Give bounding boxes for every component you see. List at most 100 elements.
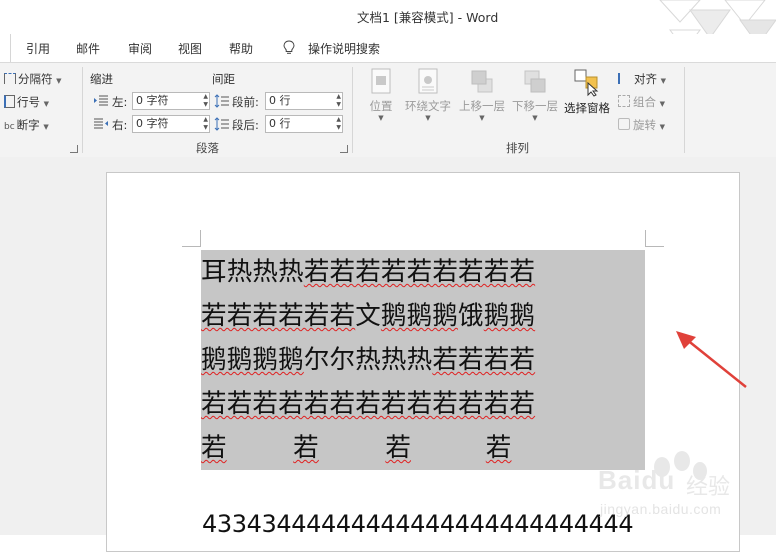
arrange-group-label: 排列 [506,141,529,155]
selected-text-line[interactable]: 鹅鹅鹅鹅尔尔热热热若若若若 [201,338,645,382]
watermark-brand: Baidu [598,465,676,495]
position-icon [371,68,391,94]
page-setup-dialog-launcher[interactable] [70,145,78,153]
group-button[interactable]: 组合 ▼ [618,94,665,110]
group-divider [82,67,83,153]
document-body-text[interactable]: 耳热热热若若若若若若若若若 若若若若若若文鹅鹅鹅饿鹅鹅 鹅鹅鹅鹅尔尔热热热若若若若若… [201,250,645,470]
ribbon-tab-row: 引用 邮件 审阅 视图 帮助 操作说明搜索 [0,34,776,62]
misspelled-text-run: 鹅鹅 [483,301,536,331]
bring-forward-button[interactable]: 上移一层 ▼ [456,67,508,122]
paragraph-dialog-launcher[interactable] [340,145,348,153]
text-run [227,433,293,463]
align-label: 对齐 [634,72,657,86]
space-before-field[interactable]: 0 行 ▲ ▼ [265,92,343,110]
tab-left-divider [10,34,11,62]
tab-help[interactable]: 帮助 [229,40,253,57]
group-icon [618,95,630,107]
bring-forward-label: 上移一层 [459,99,505,113]
margin-crop-mark [182,246,201,247]
misspelled-text-run: 鹅鹅鹅 [380,301,459,331]
misspelled-text-run: 若 [201,433,227,463]
space-after-field[interactable]: 0 行 ▲ ▼ [265,115,343,133]
text-run [319,433,385,463]
misspelled-text-run: 若若若若若若若若若若若若若 [201,389,536,419]
indent-left-value: 0 字符 [136,94,169,107]
chevron-down-icon: ▼ [378,114,384,122]
paragraph-group-label: 段落 [196,141,219,155]
align-button[interactable]: 对齐 ▼ [618,71,666,87]
rotate-button[interactable]: 旋转 ▼ [618,117,665,133]
send-backward-icon [524,70,546,93]
text-run: 耳热热热 [201,257,304,287]
selection-pane-label: 选择窗格 [564,101,610,115]
indent-header: 缩进 [90,72,113,86]
selected-text-line[interactable]: 耳热热热若若若若若若若若若 [201,250,645,294]
selected-text-line[interactable]: 若若若若若若若若若若若若若 [201,382,645,426]
selected-text-line[interactable]: 若 若 若 若 [201,426,645,470]
hyphenation-icon: bc [4,122,15,132]
rotate-icon [618,118,630,130]
space-after-label: 段后: [232,118,259,132]
position-button[interactable]: 位置 ▼ [366,67,396,122]
chevron-down-icon: ▼ [425,114,431,122]
tab-mailings[interactable]: 邮件 [76,40,100,57]
misspelled-text-run: 若若若若 [432,345,536,375]
align-icon [618,73,631,84]
space-before-icon [214,94,229,108]
indent-right-label: 右: [112,118,128,132]
misspelled-text-run: 若若若若若若若若若 [303,257,536,287]
line-numbers-button[interactable]: 行号 ▼ [4,94,49,110]
spinner-arrows-icon[interactable]: ▲ ▼ [336,93,341,109]
wrap-text-button[interactable]: 环绕文字 ▼ [402,67,454,122]
tab-references[interactable]: 引用 [26,40,50,57]
space-before-label: 段前: [232,95,259,109]
chevron-down-icon: ▼ [43,100,50,108]
selected-text-line[interactable]: 若若若若若若文鹅鹅鹅饿鹅鹅 [201,294,645,338]
chevron-down-icon: ▼ [659,123,666,131]
indent-left-field[interactable]: 0 字符 ▲ ▼ [132,92,210,110]
group-label: 组合 [633,95,656,109]
text-run: 尔尔热热热 [303,345,433,375]
selection-pane-button[interactable]: 选择窗格 [562,67,612,116]
indent-right-field[interactable]: 0 字符 ▲ ▼ [132,115,210,133]
misspelled-text-run: 若 [385,433,412,463]
position-label: 位置 [369,99,393,113]
margin-crop-mark [645,230,646,247]
text-run [411,433,486,463]
spinner-arrows-icon[interactable]: ▲ ▼ [203,116,208,132]
breaks-icon [4,73,16,84]
misspelled-text-run: 鹅鹅鹅鹅 [201,345,304,375]
chevron-down-icon: ▼ [532,114,538,122]
margin-crop-mark [645,246,664,247]
baidu-jingyan-watermark: Baidu 经验 jingyan.baidu.com [590,445,776,535]
spinner-arrows-icon[interactable]: ▲ ▼ [203,93,208,109]
tell-me-search[interactable]: 操作说明搜索 [308,40,380,57]
group-divider [684,67,685,153]
chevron-down-icon: ▼ [479,114,485,122]
bring-forward-icon [471,70,493,93]
tab-review[interactable]: 审阅 [128,40,152,57]
wrap-text-icon [418,68,438,94]
line-numbers-label: 行号 [17,95,40,109]
group-divider [352,67,353,153]
indent-right-value: 0 字符 [136,117,169,130]
breaks-label: 分隔符 [18,72,53,86]
send-backward-label: 下移一层 [512,99,558,113]
text-run: 饿 [458,301,484,331]
hyphenation-button[interactable]: bc 断字 ▼ [4,117,49,133]
spinner-arrows-icon[interactable]: ▲ ▼ [336,116,341,132]
misspelled-text-run: 若 [293,433,319,463]
rotate-label: 旋转 [633,118,656,132]
space-after-value: 0 行 [269,117,291,130]
send-backward-button[interactable]: 下移一层 ▼ [509,67,561,122]
tab-view[interactable]: 视图 [178,40,202,57]
chevron-down-icon: ▼ [660,77,667,85]
chevron-down-icon: ▼ [56,77,62,85]
hyphenation-label: 断字 [16,118,40,132]
indent-right-icon [94,118,108,129]
indent-left-label: 左: [112,95,128,109]
lightbulb-icon [283,40,295,54]
number-text-line[interactable]: 43343444444444444444444444444 [202,510,634,538]
breaks-button[interactable]: 分隔符 ▼ [4,71,62,87]
space-before-value: 0 行 [269,94,291,107]
